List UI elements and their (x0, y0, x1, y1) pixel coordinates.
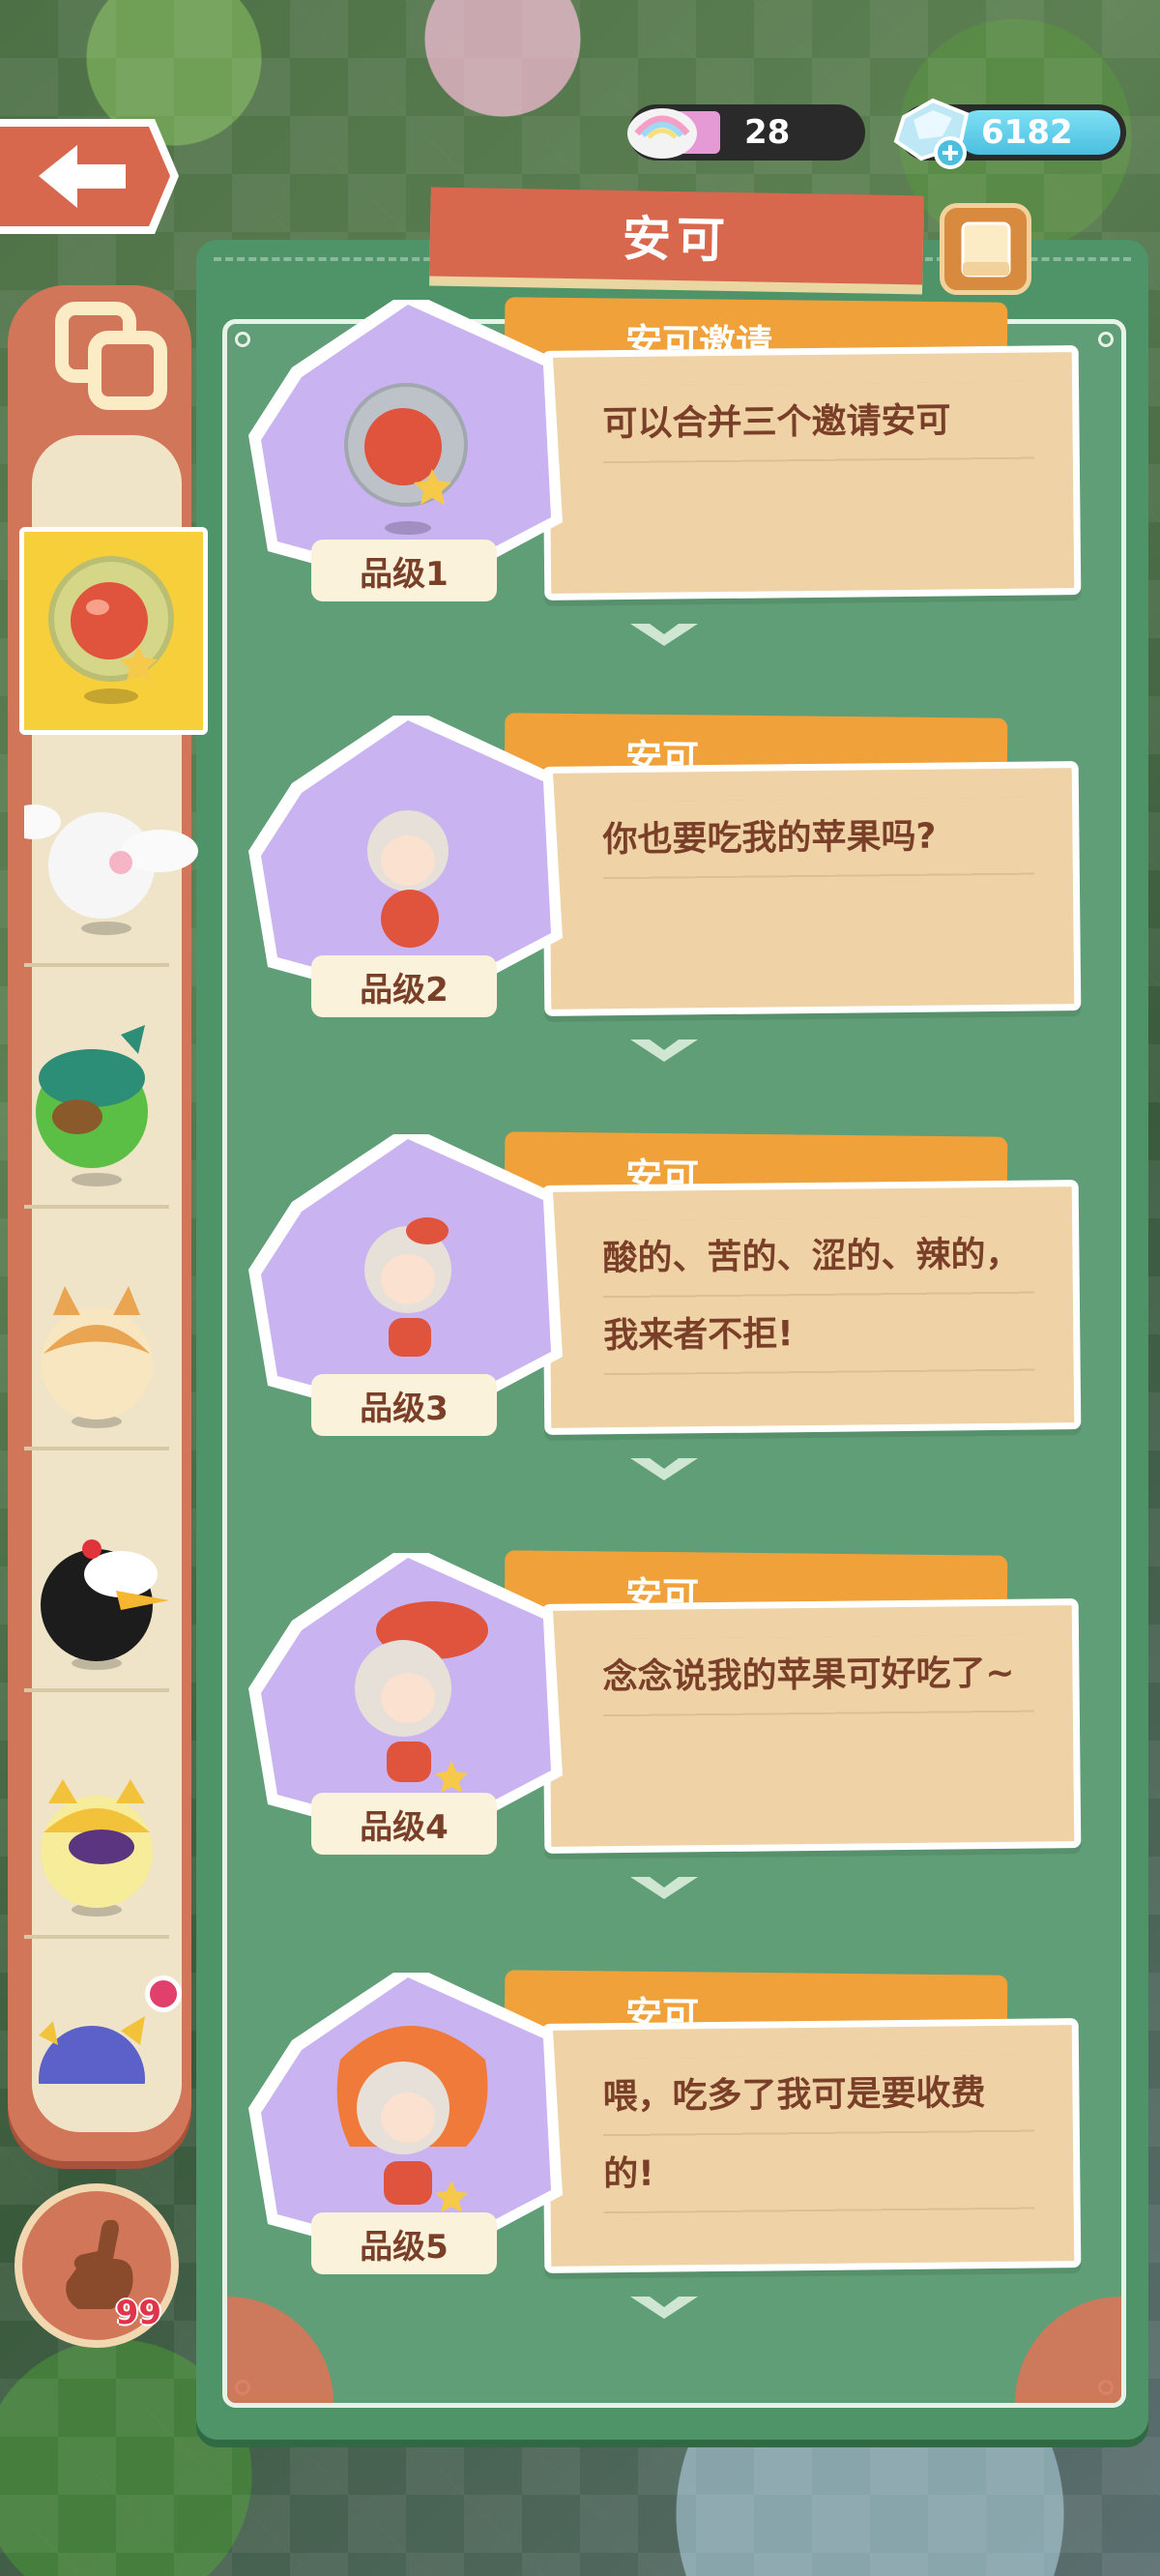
white-bird-icon (7, 805, 198, 935)
sidebar-item-yellow-cat[interactable] (24, 1745, 169, 1939)
grade-label: 品级1 (311, 540, 497, 601)
shiba-dog-icon (41, 1286, 153, 1428)
corner-dot (1098, 332, 1114, 347)
dialog-bubble: 酸的、苦的、涩的、辣的，我来者不拒! (541, 1180, 1082, 1435)
sidebar-item-anke[interactable] (19, 527, 208, 735)
collection-icon[interactable] (54, 301, 168, 412)
rainbow-cloud-icon (627, 108, 697, 159)
dialog-text: 喂，吃多了我可是要收费的! (602, 2054, 1035, 2214)
grade-card-2: 安可 你也要吃我的苹果吗? 品级2 (244, 706, 1085, 1062)
gem-icon[interactable] (884, 93, 976, 170)
rainbow-currency-value: 28 (744, 113, 791, 152)
black-bird-icon (41, 1539, 169, 1670)
dialog-bubble: 喂，吃多了我可是要收费的! (541, 2018, 1082, 2273)
dialog-bubble: 念念说我的苹果可好吃了~ (541, 1598, 1082, 1854)
grade-label: 品级5 (311, 2212, 497, 2274)
dialog-bubble: 你也要吃我的苹果吗? (541, 761, 1082, 1016)
grade-card-4: 安可 念念说我的苹果可好吃了~ 品级4 (244, 1543, 1085, 1899)
corner-fold-right (1015, 2297, 1121, 2403)
grade-card-5: 安可 喂，吃多了我可是要收费的! 品级5 (244, 1963, 1085, 2319)
grade-label: 品级4 (311, 1793, 497, 1855)
dialog-text: 念念说我的苹果可好吃了~ (602, 1634, 1034, 1717)
chevron-down-icon (630, 624, 698, 646)
sidebar-item-blue-creature[interactable] (24, 1992, 169, 2084)
sidebar-item-green-parrot[interactable] (24, 1015, 169, 1209)
gem-currency-value: 6182 (981, 113, 1073, 152)
chevron-down-icon (630, 2297, 698, 2319)
finger-count: 99 (115, 2294, 161, 2332)
yellow-cat-icon (41, 1779, 153, 1917)
corner-fold-left (227, 2297, 334, 2403)
back-arrow-icon (0, 119, 179, 234)
chevron-down-icon (630, 1877, 698, 1899)
dialog-bubble: 可以合并三个邀请安可 (541, 345, 1082, 600)
title-banner: 安可 (429, 187, 924, 285)
hint-finger-button[interactable]: 99 (14, 2183, 179, 2348)
sidebar-item-black-bird[interactable] (24, 1499, 169, 1692)
grade-label: 品级3 (311, 1374, 497, 1436)
dialog-text: 你也要吃我的苹果吗? (602, 797, 1034, 880)
green-parrot-icon (36, 1025, 148, 1186)
sidebar-item-white-bird[interactable] (7, 774, 198, 967)
grade-label: 品级2 (311, 955, 497, 1017)
chevron-down-icon (630, 1458, 698, 1480)
sidebar-item-shiba[interactable] (24, 1257, 169, 1450)
blue-creature-icon (39, 2016, 145, 2084)
chevron-down-icon (630, 1039, 698, 1062)
dialog-text: 酸的、苦的、涩的、辣的，我来者不拒! (602, 1215, 1035, 1376)
book-button[interactable] (940, 203, 1031, 295)
notification-dot (145, 1976, 182, 2012)
dialog-text: 可以合并三个邀请安可 (602, 381, 1034, 464)
apple-bubble-icon (48, 556, 174, 704)
back-button[interactable] (0, 111, 184, 242)
grade-card-3: 安可 酸的、苦的、涩的、辣的，我来者不拒! 品级3 (244, 1125, 1085, 1480)
page-title: 安可 (622, 211, 732, 269)
book-icon (961, 221, 1010, 277)
grade-card-1: 安可邀请 可以合并三个邀请安可 品级1 (244, 290, 1085, 646)
